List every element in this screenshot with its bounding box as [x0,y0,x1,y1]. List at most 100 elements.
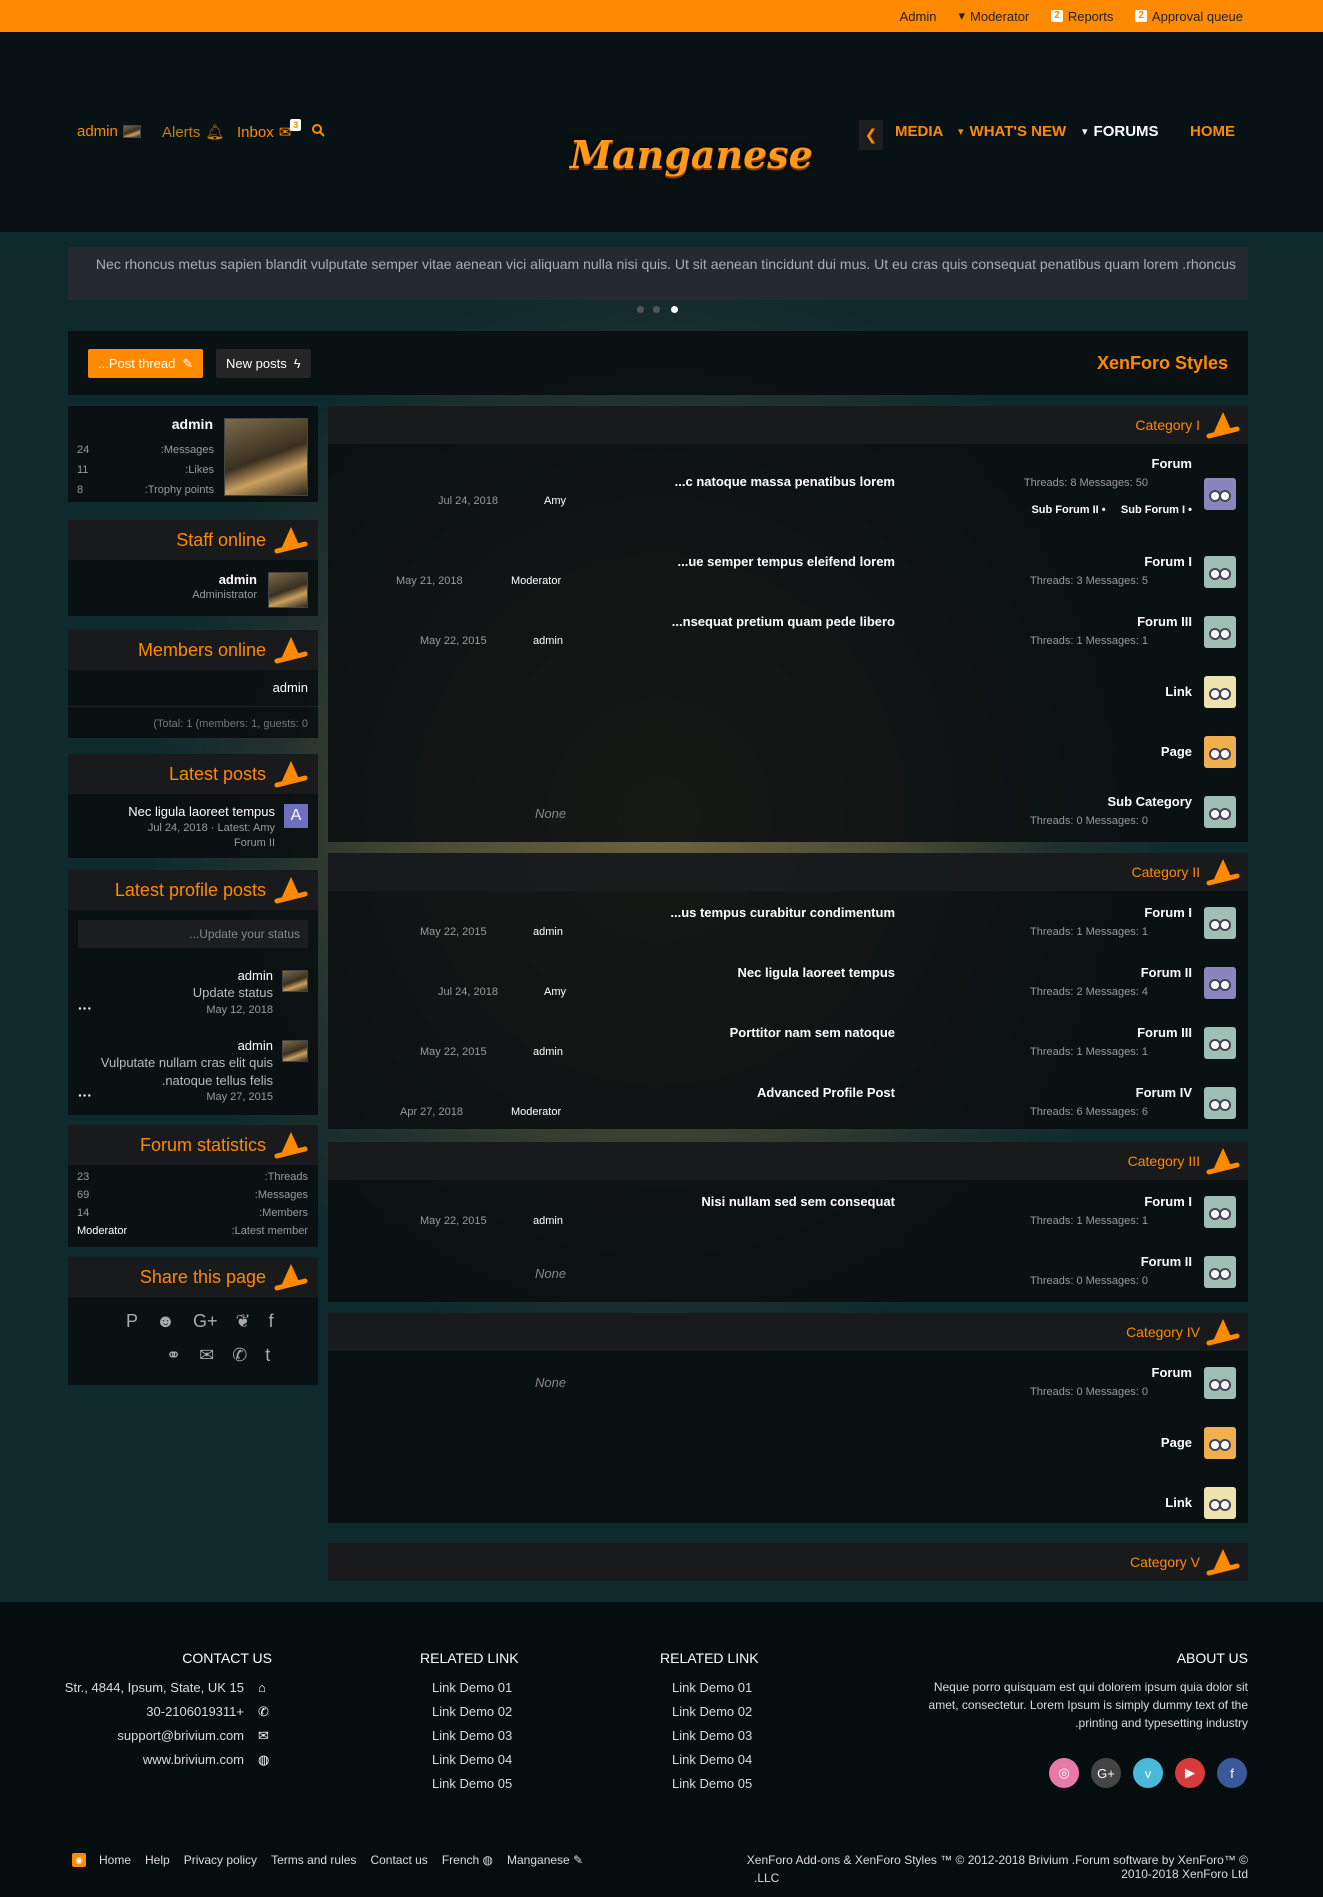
visitor-avatar[interactable] [224,418,308,496]
latest-user[interactable]: Moderator [511,575,561,587]
slider-dot[interactable] [637,306,644,313]
latest-thread-title[interactable]: Porttitor nam sem natoque [730,1025,895,1040]
staff-name[interactable]: admin [219,572,257,587]
new-posts-button[interactable]: New posts ϟ [216,349,311,378]
latest-user[interactable]: Moderator [511,1106,561,1118]
forum-name[interactable]: Page [1161,744,1192,759]
contact-email[interactable]: support@brivium.com [117,1728,244,1743]
nav-home[interactable]: HOME [1190,123,1235,140]
forum-name[interactable]: Link [1165,684,1192,699]
footer-link[interactable]: Link Demo 05 [432,1776,512,1791]
footer-link[interactable]: Link Demo 03 [432,1728,512,1743]
subforum-link[interactable]: Sub Forum I [1121,504,1185,516]
category-header[interactable]: Category II [328,853,1248,891]
footer-link[interactable]: Link Demo 04 [672,1752,752,1767]
status-update-input[interactable]: ...Update your status [78,920,308,948]
forum-name[interactable]: Forum II [1141,965,1192,980]
footer-terms-link[interactable]: Terms and rules [271,1853,356,1867]
more-options-icon[interactable]: ··· [78,1087,92,1103]
facebook-icon[interactable]: f [269,1311,274,1332]
nav-user-link[interactable]: admin [77,123,141,140]
latest-thread-title[interactable]: Nisi nullam sed sem consequat [701,1194,895,1209]
latest-user[interactable]: admin [533,1215,563,1227]
staff-reports-link[interactable]: 2 Reports [1051,9,1113,24]
category-header[interactable]: Category I [328,406,1248,444]
footer-link[interactable]: Link Demo 01 [672,1680,752,1695]
vimeo-icon[interactable]: v [1133,1758,1163,1788]
nav-media[interactable]: MEDIA [895,123,943,140]
profile-post-avatar[interactable] [282,970,308,992]
facebook-icon[interactable]: f [1217,1758,1247,1788]
footer-link[interactable]: Link Demo 05 [672,1776,752,1791]
footer-link[interactable]: Link Demo 02 [432,1704,512,1719]
category-header[interactable]: Category V [328,1543,1248,1581]
latest-thread-title[interactable]: ...us tempus curabitur condimentum [670,905,895,920]
post-thread-button[interactable]: ...Post thread ✎ [88,349,204,378]
footer-contact-link[interactable]: Contact us [370,1853,427,1867]
latest-post-title[interactable]: Nec ligula laoreet tempus [128,804,275,819]
subforum-link[interactable]: Sub Forum II [1031,504,1098,516]
latest-thread-title[interactable]: ...c natoque massa penatibus lorem [675,474,895,489]
forum-name[interactable]: Forum [1152,1365,1192,1380]
forum-name[interactable]: Forum I [1144,1194,1192,1209]
google-plus-icon[interactable]: G+ [1091,1758,1121,1788]
footer-link[interactable]: Link Demo 04 [432,1752,512,1767]
latest-user[interactable]: Amy [544,986,566,998]
flickr-icon[interactable]: ◎ [1049,1758,1079,1788]
latest-thread-title[interactable]: Advanced Profile Post [757,1085,895,1100]
footer-link[interactable]: Link Demo 03 [672,1728,752,1743]
footer-home-link[interactable]: Home [99,1853,131,1867]
site-logo[interactable]: Manganese [570,132,813,177]
forum-name[interactable]: Page [1161,1435,1192,1450]
language-chooser[interactable]: French ◍ [442,1853,493,1867]
footer-help-link[interactable]: Help [145,1853,170,1867]
slider-dot-active[interactable] [671,306,678,313]
profile-post-author[interactable]: admin [238,968,273,983]
forum-name[interactable]: Forum III [1137,614,1192,629]
nav-forums[interactable]: ▾ FORUMS [1082,123,1159,140]
latest-thread-title[interactable]: ...ue semper tempus eleifend lorem [678,554,895,569]
latest-thread-title[interactable]: ...nsequat pretium quam pede libero [672,614,895,629]
tumblr-icon[interactable]: t [265,1345,270,1366]
slider-dot[interactable] [653,306,660,313]
footer-link[interactable]: Link Demo 01 [432,1680,512,1695]
style-chooser[interactable]: Manganese ✎ [507,1853,583,1867]
member-link[interactable]: admin [273,680,308,695]
forum-name[interactable]: Forum IV [1136,1085,1192,1100]
twitter-icon[interactable]: ❦ [235,1311,250,1332]
forum-name[interactable]: Forum I [1144,905,1192,920]
search-icon[interactable] [311,123,325,137]
profile-post-avatar[interactable] [282,1040,308,1062]
staff-approval-link[interactable]: 2 Approval queue [1135,9,1243,24]
latest-user[interactable]: admin [533,635,563,647]
rss-icon[interactable]: ◉ [72,1853,86,1867]
latest-thread-title[interactable]: Nec ligula laoreet tempus [738,965,896,980]
forum-name[interactable]: Forum III [1137,1025,1192,1040]
visitor-name[interactable]: admin [172,416,213,432]
footer-link[interactable]: Link Demo 02 [672,1704,752,1719]
pinterest-icon[interactable]: P [126,1311,138,1332]
footer-privacy-link[interactable]: Privacy policy [184,1853,257,1867]
staff-avatar[interactable] [268,572,308,608]
reddit-icon[interactable]: ☻ [156,1311,175,1332]
email-icon[interactable]: ✉ [199,1345,214,1366]
forum-name[interactable]: Forum II [1141,1254,1192,1269]
latest-user[interactable]: Amy [544,495,566,507]
more-options-icon[interactable]: ··· [78,1000,92,1016]
contact-website[interactable]: www.brivium.com [143,1752,244,1767]
youtube-icon[interactable]: ▶ [1175,1758,1205,1788]
google-plus-icon[interactable]: G+ [193,1311,218,1332]
forum-name[interactable]: Link [1165,1495,1192,1510]
user-letter-avatar[interactable]: A [284,804,308,828]
latest-member-link[interactable]: Moderator [77,1225,127,1237]
category-header[interactable]: Category IV [328,1313,1248,1351]
category-header[interactable]: Category III [328,1142,1248,1180]
forum-name[interactable]: Sub Category [1107,794,1192,809]
whatsapp-icon[interactable]: ✆ [232,1345,247,1366]
link-icon[interactable]: ⚭ [166,1345,181,1366]
latest-post-forum[interactable]: Forum II [234,837,275,849]
forum-name[interactable]: Forum [1152,456,1192,471]
staff-moderator-menu[interactable]: ▾ Moderator [958,8,1029,24]
nav-alerts-link[interactable]: Alerts 🔔︎ [162,123,224,142]
staff-admin-link[interactable]: Admin [900,9,937,24]
